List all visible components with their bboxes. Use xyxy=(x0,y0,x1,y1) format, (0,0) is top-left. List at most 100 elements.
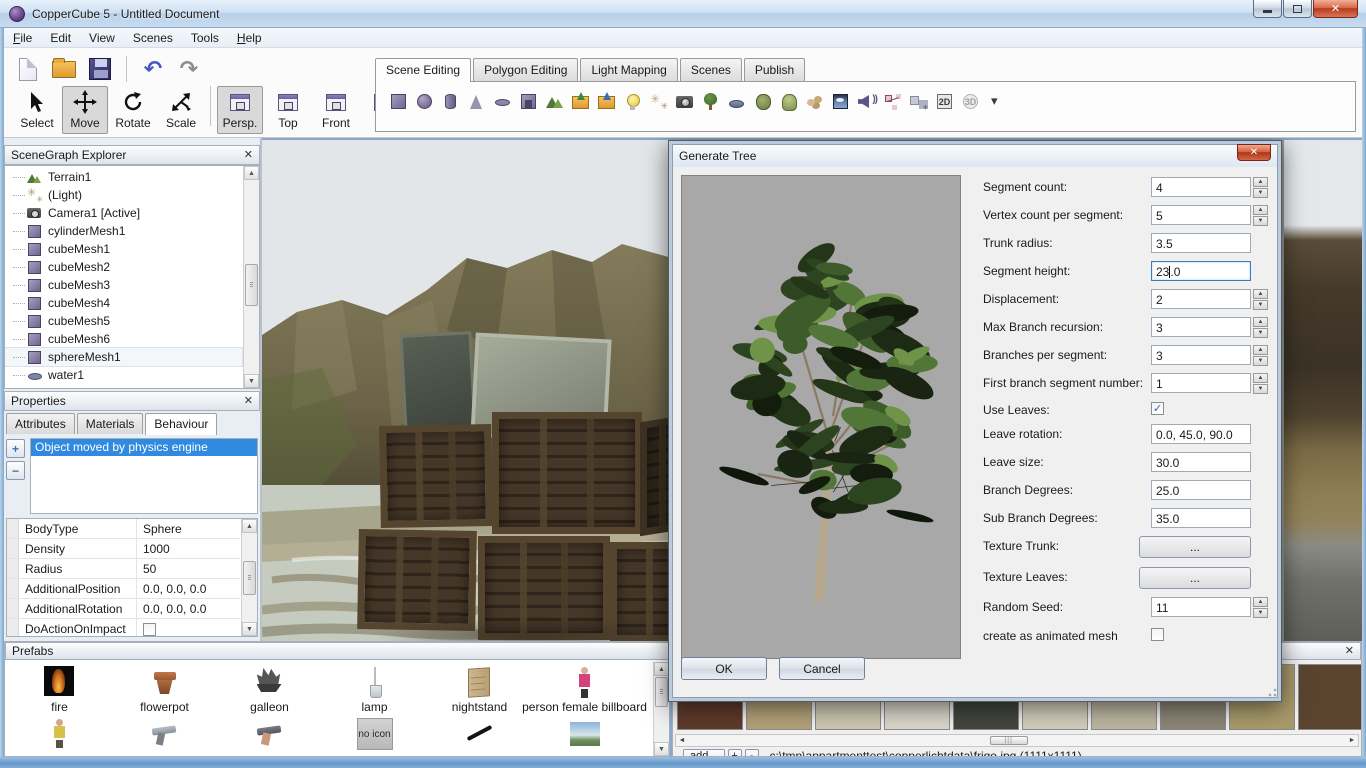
prefab-galleon[interactable]: galleon xyxy=(217,662,322,714)
spin-down-icon[interactable]: ▼ xyxy=(1253,328,1268,338)
tree-item-cubemesh6[interactable]: cubeMesh6 xyxy=(5,330,242,348)
field-spinner[interactable]: ▲▼ xyxy=(1253,373,1268,393)
prefab-pistol-hand[interactable] xyxy=(217,714,322,752)
scroll-up-icon[interactable]: ▲ xyxy=(242,519,257,533)
behavior-item[interactable]: Object moved by physics engine xyxy=(31,439,257,456)
property-grid-scrollbar[interactable]: ▲ ▼ xyxy=(241,519,257,636)
cylinder-icon[interactable] xyxy=(440,91,461,112)
overlay-2d-icon[interactable] xyxy=(934,91,955,112)
redo-button[interactable]: ↷ xyxy=(175,55,203,83)
tab-scene-editing[interactable]: Scene Editing xyxy=(375,58,471,82)
tree-item-water1[interactable]: water1 xyxy=(5,366,242,384)
field-input[interactable]: 25.0 xyxy=(1151,480,1251,500)
tree-icon[interactable] xyxy=(700,91,721,112)
add-behavior-button[interactable]: + xyxy=(6,439,25,458)
view-top-button[interactable]: Top xyxy=(265,86,311,134)
field-input[interactable]: 23.0 xyxy=(1151,261,1251,281)
tab-polygon-editing[interactable]: Polygon Editing xyxy=(473,58,578,81)
rotate-tool-button[interactable]: Rotate xyxy=(110,86,156,134)
dialog-close-button[interactable]: ✕ xyxy=(1237,144,1271,161)
prefab-nightstand[interactable]: nightstand xyxy=(427,662,532,714)
field-checkbox[interactable]: ✓ xyxy=(1151,402,1164,415)
view-persp-button[interactable]: Persp. xyxy=(217,86,263,134)
tree-item-camera1active[interactable]: Camera1 [Active] xyxy=(5,204,242,222)
spin-down-icon[interactable]: ▼ xyxy=(1253,216,1268,226)
room-icon[interactable] xyxy=(518,91,539,112)
tree-item-cubemesh2[interactable]: cubeMesh2 xyxy=(5,258,242,276)
scroll-thumb[interactable] xyxy=(245,264,258,306)
scroll-thumb[interactable]: ||| xyxy=(990,736,1028,745)
menu-tools[interactable]: Tools xyxy=(182,28,228,48)
close-button[interactable]: ✕ xyxy=(1313,0,1358,18)
resize-grip[interactable] xyxy=(1266,686,1278,698)
field-input[interactable]: 2 xyxy=(1151,289,1251,309)
prefab-pistol[interactable] xyxy=(112,714,217,752)
particle-system-icon[interactable] xyxy=(648,91,669,112)
select-tool-button[interactable]: Select xyxy=(14,86,60,134)
field-spinner[interactable]: ▲▼ xyxy=(1253,345,1268,365)
spin-down-icon[interactable]: ▼ xyxy=(1253,356,1268,366)
zoom-in-button[interactable]: + xyxy=(728,749,742,758)
texture-browser-close-icon[interactable]: ✕ xyxy=(1345,646,1354,657)
spin-up-icon[interactable]: ▲ xyxy=(1253,373,1268,383)
scroll-up-icon[interactable]: ▲ xyxy=(244,166,259,180)
field-input[interactable]: 3 xyxy=(1151,317,1251,337)
field-input[interactable]: 30.0 xyxy=(1151,452,1251,472)
spin-up-icon[interactable]: ▲ xyxy=(1253,345,1268,355)
field-input[interactable]: 3 xyxy=(1151,345,1251,365)
prefab-flowerpot[interactable]: flowerpot xyxy=(112,662,217,714)
texture-picker-button[interactable]: ... xyxy=(1139,536,1251,558)
water-surface-icon[interactable] xyxy=(726,91,747,112)
field-spinner[interactable]: ▲▼ xyxy=(1253,317,1268,337)
property-value[interactable]: 1000 xyxy=(137,539,240,558)
texture-thumbnail[interactable] xyxy=(1298,664,1362,730)
property-value[interactable]: 50 xyxy=(137,559,240,578)
clone-node-icon[interactable] xyxy=(908,91,929,112)
bush-icon[interactable] xyxy=(778,91,799,112)
property-value[interactable] xyxy=(137,619,240,637)
prefab-no-icon[interactable]: no icon xyxy=(322,714,427,752)
spin-down-icon[interactable]: ▼ xyxy=(1253,608,1268,618)
open-folder-button[interactable] xyxy=(50,55,78,83)
field-spinner[interactable]: ▲▼ xyxy=(1253,205,1268,225)
property-value[interactable]: 0.0, 0.0, 0.0 xyxy=(137,599,240,618)
view-front-button[interactable]: Front xyxy=(313,86,359,134)
overlay-3d-icon[interactable] xyxy=(960,91,981,112)
dialog-title-bar[interactable]: Generate Tree xyxy=(673,145,1277,167)
prefab-club[interactable] xyxy=(427,714,532,752)
field-input[interactable]: 11 xyxy=(1151,597,1251,617)
scroll-thumb[interactable] xyxy=(243,561,256,595)
texture-picker-button[interactable]: ... xyxy=(1139,567,1251,589)
minimize-button[interactable] xyxy=(1253,0,1282,18)
property-checkbox[interactable] xyxy=(143,623,156,636)
scale-tool-button[interactable]: Scale xyxy=(158,86,204,134)
texture-scrollbar[interactable]: ◄ ||| ► xyxy=(675,734,1359,747)
property-value[interactable]: 0.0, 0.0, 0.0 xyxy=(137,579,240,598)
field-input[interactable]: 0.0, 45.0, 90.0 xyxy=(1151,424,1251,444)
ok-button[interactable]: OK xyxy=(681,657,767,680)
move-tool-button[interactable]: Move xyxy=(62,86,108,134)
stones-icon[interactable] xyxy=(804,91,825,112)
cancel-button[interactable]: Cancel xyxy=(779,657,865,680)
tab-scenes[interactable]: Scenes xyxy=(680,58,742,81)
field-input[interactable]: 3.5 xyxy=(1151,233,1251,253)
new-document-button[interactable] xyxy=(14,55,42,83)
spin-down-icon[interactable]: ▼ xyxy=(1253,300,1268,310)
spin-up-icon[interactable]: ▲ xyxy=(1253,177,1268,187)
spin-up-icon[interactable]: ▲ xyxy=(1253,205,1268,215)
field-spinner[interactable]: ▲▼ xyxy=(1253,597,1268,617)
tab-behaviour[interactable]: Behaviour xyxy=(145,413,217,435)
tab-light-mapping[interactable]: Light Mapping xyxy=(580,58,677,81)
field-input[interactable]: 4 xyxy=(1151,177,1251,197)
tab-attributes[interactable]: Attributes xyxy=(6,413,75,434)
tree-item-cubemesh5[interactable]: cubeMesh5 xyxy=(5,312,242,330)
scenegraph-scrollbar[interactable]: ▲ ▼ xyxy=(243,166,259,388)
sidebar-splitter[interactable] xyxy=(260,138,262,641)
maximize-button[interactable] xyxy=(1283,0,1312,18)
prefab-sky[interactable] xyxy=(532,714,637,752)
camera-icon[interactable] xyxy=(674,91,695,112)
menu-file[interactable]: File xyxy=(4,28,41,48)
remove-behavior-button[interactable]: − xyxy=(6,461,25,480)
spin-up-icon[interactable]: ▲ xyxy=(1253,317,1268,327)
field-input[interactable]: 1 xyxy=(1151,373,1251,393)
